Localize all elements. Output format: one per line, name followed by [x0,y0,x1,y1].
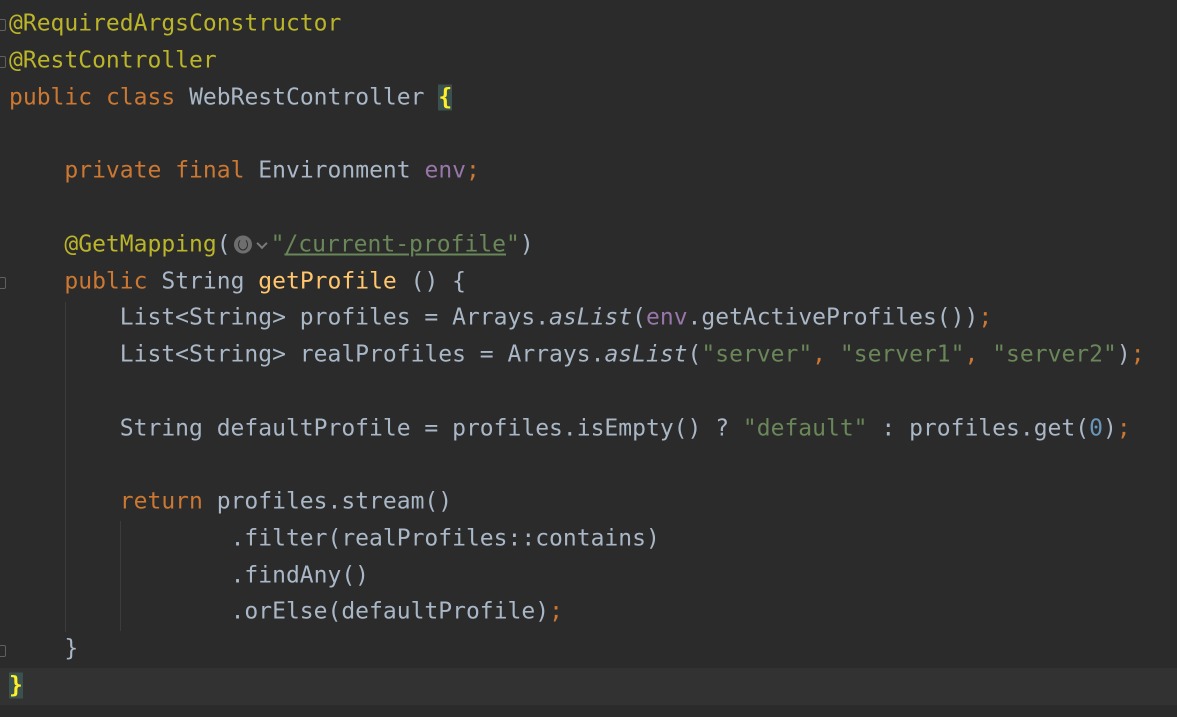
chevron-down-icon[interactable] [255,238,268,250]
string-literal: "server2" [992,341,1117,368]
paren: ( [687,341,702,368]
keyword: class [105,84,176,111]
code-line[interactable]: } [0,631,1177,668]
semicolon: ; [466,157,480,184]
static-call: asList [604,341,688,368]
semicolon: ; [549,598,563,625]
code-text: .findAny() [230,562,370,589]
string-literal: "server" [701,341,813,368]
paren: ) [519,231,534,258]
globe-icon[interactable] [233,235,252,254]
semicolon: ; [1116,415,1131,442]
code-text: .getActiveProfiles()) [687,304,979,331]
annotation: @GetMapping [64,231,217,258]
type-name: Environment [258,157,411,184]
code-text: .orElse(defaultProfile) [230,598,550,625]
keyword: public [64,268,148,295]
matched-brace: } [9,672,23,699]
string-literal: "server1" [839,341,965,368]
paren: ) [1102,415,1117,442]
number-literal: 0 [1089,415,1103,442]
keyword: final [175,157,245,184]
url-link[interactable]: /current-profile [284,232,506,258]
class-name: WebRestController [189,84,425,111]
code-text: String defaultProfile = profiles.isEmpty… [119,415,743,442]
annotation: @RestController [9,47,217,74]
code-line[interactable]: @GetMapping( "/current-profile") [0,227,1177,264]
paren: ) [1116,341,1131,368]
code-line[interactable]: public String getProfile () { [0,264,1177,301]
code-text: List<String> realProfiles = Arrays. [119,341,605,368]
code-line[interactable]: .orElse(defaultProfile); [0,594,1177,631]
code-line[interactable]: @RestController [0,43,1177,80]
string-quote: " [506,231,520,258]
comma: , [964,341,993,368]
code-text: List<String> profiles = Arrays. [119,304,550,331]
keyword: return [119,488,203,515]
field-name: env [424,157,467,184]
code-line[interactable]: List<String> profiles = Arrays.asList(en… [0,300,1177,337]
code-text: () { [396,268,467,295]
code-line[interactable]: List<String> realProfiles = Arrays.asLis… [0,337,1177,374]
code-line[interactable]: .findAny() [0,558,1177,595]
keyword: public [9,84,93,111]
semicolon: ; [1130,341,1145,368]
type-name: String [161,268,245,295]
code-editor[interactable]: @RequiredArgsConstructor @RestController… [0,0,1177,717]
static-call: asList [549,304,633,331]
field-name: env [646,304,688,331]
code-line[interactable]: private final Environment env; [0,153,1177,190]
annotation: @RequiredArgsConstructor [9,10,342,37]
matched-brace: { [438,84,453,111]
code-line[interactable]: public class WebRestController { [0,80,1177,117]
keyword: private [64,157,162,184]
code-line[interactable]: return profiles.stream() [0,484,1177,521]
method-name: getProfile [258,268,397,295]
string-quote: " [270,231,285,258]
code-text: profiles.stream() [202,488,453,515]
code-text: .filter(realProfiles::contains) [230,525,660,552]
comma: , [812,341,840,368]
code-line[interactable]: String defaultProfile = profiles.isEmpty… [0,411,1177,448]
string-literal: "default" [742,415,868,442]
code-text: : profiles.get( [867,415,1090,442]
paren: ( [632,304,646,331]
code-line[interactable]: .filter(realProfiles::contains) [0,521,1177,558]
paren: ( [216,231,231,258]
semicolon: ; [978,304,993,331]
current-code-line[interactable]: } [0,668,1177,705]
code-line[interactable]: @RequiredArgsConstructor [0,6,1177,43]
closing-brace: } [64,635,79,662]
